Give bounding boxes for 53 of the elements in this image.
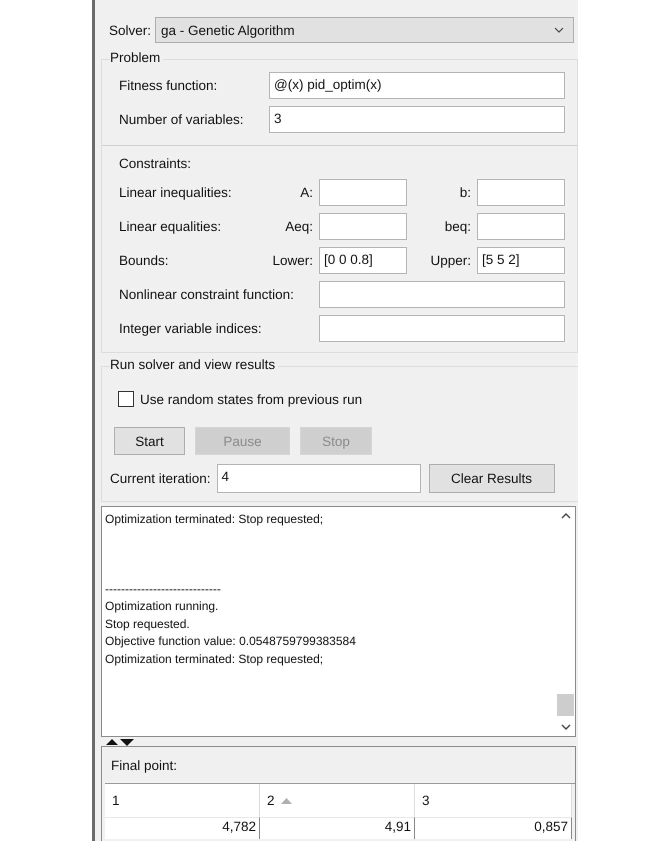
splitter-arrows-icon[interactable] xyxy=(105,738,135,746)
scroll-down-icon xyxy=(560,724,570,730)
log-line: Optimization terminated: Stop requested; xyxy=(105,650,324,668)
input-field[interactable]: [5 5 2] xyxy=(477,247,565,274)
constraints-heading: Constraints: xyxy=(119,156,192,171)
log-line: Stop requested. xyxy=(105,616,190,632)
solver-dropdown[interactable]: ga - Genetic Algorithm xyxy=(155,17,574,43)
table-cell: 4,782 xyxy=(105,817,260,839)
input-field[interactable] xyxy=(319,281,565,308)
sort-ascending-icon xyxy=(280,798,292,804)
constraint-label: Integer variable indices: xyxy=(119,321,263,336)
input-field[interactable] xyxy=(319,315,565,342)
constraint-label: Linear equalities: xyxy=(119,219,222,234)
column-header[interactable]: 1 xyxy=(105,784,260,817)
solver-label: Solver: xyxy=(109,22,152,38)
chevron-down-icon xyxy=(554,27,564,33)
input-field[interactable]: @(x) pid_optim(x) xyxy=(269,72,565,99)
field-label: Number of variables: xyxy=(119,112,245,127)
field-label: b: xyxy=(458,185,471,200)
log-line: Optimization terminated: Stop requested; xyxy=(105,511,324,528)
log-line: ----------------------------- xyxy=(105,580,221,598)
field-label: A: xyxy=(299,185,313,200)
input-field[interactable] xyxy=(477,179,565,206)
iteration-field: 4 xyxy=(216,464,421,493)
final-point-title: Final point: xyxy=(110,757,178,775)
field-label: Upper: xyxy=(429,253,471,268)
constraint-label: Nonlinear constraint function: xyxy=(119,287,295,302)
log-line: Objective function value: 0.0548759799383584 xyxy=(105,633,356,650)
scroll-thumb[interactable] xyxy=(557,694,574,716)
field-label: Aeq: xyxy=(284,219,313,234)
input-field[interactable] xyxy=(319,179,407,206)
group-title: Run solver and view results xyxy=(110,357,278,372)
column-header[interactable]: 3 xyxy=(415,784,572,817)
field-label: Lower: xyxy=(272,253,313,268)
input-field[interactable]: [0 0 0.8] xyxy=(319,247,407,274)
field-label: beq: xyxy=(444,219,471,234)
checkbox-label: Use random states from previous run xyxy=(140,392,362,406)
field-label: Fitness function: xyxy=(119,78,218,93)
clear-results-button[interactable]: Clear Results xyxy=(428,464,555,493)
log-line: Optimization running. xyxy=(105,598,218,615)
group-title: Problem xyxy=(110,50,164,65)
run-control-button[interactable]: Start xyxy=(114,427,185,455)
input-field[interactable] xyxy=(477,213,565,240)
input-field[interactable] xyxy=(319,213,407,240)
table-cell: 4,91 xyxy=(260,817,415,839)
table-cell: 0,857 xyxy=(415,817,572,839)
constraint-label: Linear inequalities: xyxy=(119,185,233,200)
iteration-label: Current iteration: xyxy=(110,471,211,486)
scroll-up-icon xyxy=(560,513,570,519)
column-header[interactable]: 2 xyxy=(260,784,415,817)
constraint-label: Bounds: xyxy=(119,253,170,268)
checkbox[interactable] xyxy=(118,391,134,407)
input-field[interactable]: 3 xyxy=(269,106,565,133)
